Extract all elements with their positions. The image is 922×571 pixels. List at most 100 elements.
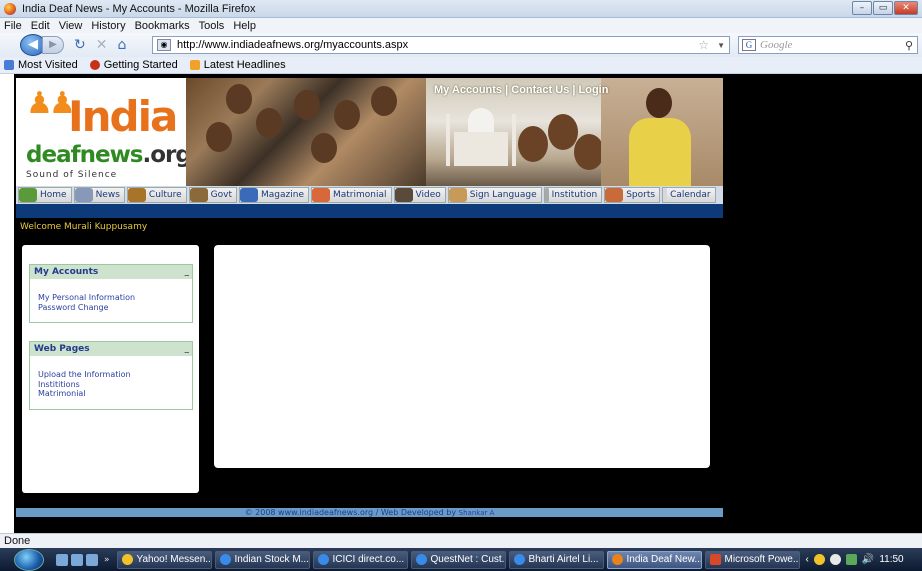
web-pages-list: Upload the Information Instititions Matr… [30,356,192,409]
task-yahoo-messenger[interactable]: Yahoo! Messen... [116,550,212,569]
menu-view[interactable]: View [59,20,83,32]
tray-app-icon[interactable] [829,554,841,565]
link-password-change[interactable]: Password Change [38,303,192,313]
news-tab-icon [74,188,93,202]
windows-taskbar: » Yahoo! Messen... Indian Stock M... ICI… [0,548,922,571]
site-nav-tabs: Home News Culture Govt Magazine Matrimon… [16,186,723,204]
home-tab-icon [19,188,37,202]
quick-launch-icon[interactable] [86,553,98,566]
search-box[interactable]: G Google ⚲ [738,36,918,54]
sports-tab-icon [605,188,624,202]
search-engine-icon[interactable]: G [742,39,756,51]
menu-help[interactable]: Help [233,20,256,32]
tab-culture[interactable]: Culture [126,187,187,203]
bookmark-latest-headlines[interactable]: Latest Headlines [189,59,286,71]
close-button[interactable]: ✕ [894,1,918,15]
menu-bookmarks[interactable]: Bookmarks [135,20,190,32]
url-bar[interactable]: ◉ http://www.indiadeafnews.org/myaccount… [152,36,730,54]
task-india-deaf-news[interactable]: India Deaf New... [606,550,702,569]
tab-video[interactable]: Video [393,187,446,203]
bookmark-star-icon[interactable]: ☆ [698,38,709,52]
tab-institution[interactable]: Institution [543,187,603,203]
window-controls: – ▭ ✕ [852,1,918,15]
messenger-tray-icon[interactable] [813,554,825,565]
govt-tab-icon [189,188,208,202]
maximize-button[interactable]: ▭ [873,1,893,15]
tajmahal-image [446,108,516,168]
page-content: ♟♟ India deafnews.org Sound of Silence M… [0,74,922,533]
tab-govt[interactable]: Govt [188,187,238,203]
clock[interactable]: 11:50 [879,554,903,565]
rss-feed-icon [189,60,200,70]
site-footer: © 2008 www.indiadeafnews.org / Web Devel… [16,508,723,517]
task-bharti-airtel[interactable]: Bharti Airtel Li... [508,550,604,569]
search-placeholder[interactable]: Google [760,39,792,51]
quick-launch-overflow-icon[interactable]: » [104,555,110,565]
task-microsoft-powerpoint[interactable]: Microsoft Powe... [704,550,800,569]
my-accounts-list: My Personal Information Password Change [30,279,192,322]
menu-bar: File Edit View History Bookmarks Tools H… [0,18,922,33]
institution-tab-icon [544,188,549,202]
tab-news[interactable]: News [73,187,125,203]
sign-language-tab-icon [448,188,467,202]
calendar-tab-icon [663,188,668,202]
tab-sign-language[interactable]: Sign Language [447,187,542,203]
navigation-toolbar: ◀ ▶ ↻ ✕ ⌂ ◉ http://www.indiadeafnews.org… [0,33,922,57]
show-desktop-icon[interactable] [56,553,68,566]
tray-overflow-icon[interactable]: ‹ [806,554,809,565]
bookmark-getting-started[interactable]: Getting Started [89,59,178,71]
system-tray: ‹ 🔊 11:50 [806,554,904,565]
site-identity-icon[interactable]: ◉ [157,39,171,51]
url-text[interactable]: http://www.indiadeafnews.org/myaccounts.… [177,39,408,51]
footer-author[interactable]: Shankar A [459,509,495,517]
collapse-icon[interactable]: _ [185,344,190,354]
switch-windows-icon[interactable] [71,553,83,566]
network-icon[interactable] [845,554,857,565]
link-upload-information[interactable]: Upload the Information [38,370,192,380]
link-matrimonial[interactable]: Matrimonial [38,389,192,399]
culture-tab-icon [127,188,146,202]
reload-icon[interactable]: ↻ [74,37,86,53]
login-link[interactable]: Login [579,84,609,96]
tab-matrimonial[interactable]: Matrimonial [311,187,392,203]
start-button[interactable] [14,548,44,571]
menu-tools[interactable]: Tools [199,20,225,32]
minimize-button[interactable]: – [852,1,872,15]
collapse-icon[interactable]: _ [185,267,190,277]
tab-magazine[interactable]: Magazine [239,187,309,203]
logo-tagline: Sound of Silence [26,170,118,180]
volume-icon[interactable]: 🔊 [862,554,874,565]
tab-sports[interactable]: Sports [604,187,661,203]
link-institutions[interactable]: Instititions [38,380,192,390]
matrimonial-tab-icon [312,188,330,202]
menu-edit[interactable]: Edit [31,20,50,32]
menu-file[interactable]: File [4,20,22,32]
site-logo[interactable]: ♟♟ India deafnews.org Sound of Silence [16,78,192,186]
logo-deafnews-text: deafnews.org [26,142,192,168]
tab-home[interactable]: Home [18,187,72,203]
home-icon[interactable]: ⌂ [117,37,126,53]
banner-photo-signer [601,78,723,186]
link-personal-information[interactable]: My Personal Information [38,293,192,303]
most-visited-icon [4,60,14,70]
forward-button[interactable]: ▶ [42,36,64,54]
main-content-panel [214,245,710,468]
tab-calendar[interactable]: Calendar [662,187,716,203]
bookmark-most-visited[interactable]: Most Visited [4,59,78,71]
top-links: My Accounts | Contact Us | Login [434,84,609,96]
left-sidebar: My Accounts _ My Personal Information Pa… [22,245,199,493]
stop-icon[interactable]: ✕ [96,37,108,53]
url-dropdown-icon[interactable]: ▼ [717,41,725,50]
menu-history[interactable]: History [91,20,125,32]
window-title: India Deaf News - My Accounts - Mozilla … [22,2,256,15]
logo-india-text: India [68,92,178,141]
task-icici-direct[interactable]: ICICI direct.co... [312,550,408,569]
nav-underline-bar [16,204,723,218]
task-indian-stock[interactable]: Indian Stock M... [214,550,310,569]
contact-us-link[interactable]: Contact Us [511,84,569,96]
search-icon[interactable]: ⚲ [905,39,913,52]
my-accounts-box: My Accounts _ My Personal Information Pa… [29,264,193,323]
site-banner: ♟♟ India deafnews.org Sound of Silence M… [16,78,723,186]
task-questnet[interactable]: QuestNet : Cust... [410,550,506,569]
my-accounts-link[interactable]: My Accounts [434,84,502,96]
